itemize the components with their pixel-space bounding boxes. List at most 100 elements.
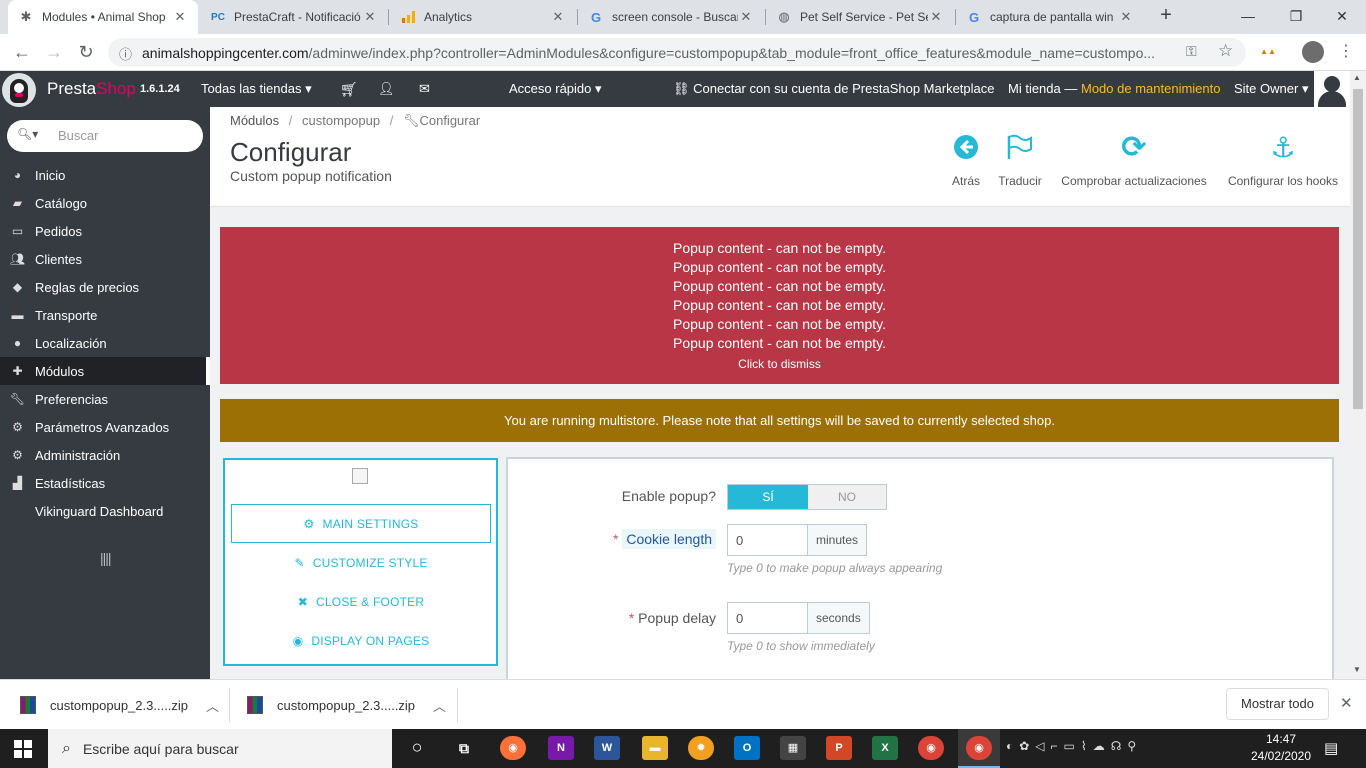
sidebar-item-parametros-avanzados[interactable]: ⚙ Parámetros Avanzados — [0, 413, 210, 441]
tab-customize-style[interactable]: ✎ CUSTOMIZE STYLE — [231, 543, 491, 582]
scrollbar-thumb[interactable] — [1353, 89, 1363, 409]
search-icon[interactable]: 🔍︎▾ — [17, 127, 38, 141]
user-icon[interactable]: 👤︎ — [378, 71, 395, 107]
download-item[interactable]: custompopup_2.3.....zip ︿ — [247, 680, 446, 730]
close-tab-icon[interactable]: ✕ — [172, 9, 188, 25]
reload-icon[interactable]: ↻ — [74, 40, 98, 64]
task-view-icon[interactable]: ⧉ — [451, 736, 477, 760]
close-tab-icon[interactable]: ✕ — [362, 9, 378, 25]
chrome-icon[interactable]: ◉ — [918, 736, 944, 760]
windows-start-icon[interactable] — [14, 740, 32, 761]
scroll-up-icon[interactable]: ▲ — [1353, 73, 1361, 82]
file-explorer-icon[interactable]: ▬ — [642, 736, 668, 760]
store-icon[interactable]: ▦ — [780, 736, 806, 760]
user-dropdown[interactable]: Site Owner ▾ — [1234, 71, 1308, 107]
marketplace-link[interactable]: ⛓ Conectar con su cuenta de PrestaShop M… — [673, 71, 994, 107]
system-tray-icons[interactable]: ◐✿◁⌐▭⌇☁☊⚲ — [1006, 739, 1142, 753]
switch-no-option[interactable]: NO — [808, 485, 886, 509]
user-avatar[interactable] — [1314, 71, 1350, 107]
close-tab-icon[interactable]: ✕ — [1118, 9, 1134, 25]
sidebar-search[interactable]: 🔍︎▾ Buscar — [7, 120, 203, 152]
breadcrumb-item[interactable]: Módulos — [230, 113, 279, 128]
browser-tab-modules[interactable]: ✱ Modules • Animal Shop ✕ — [8, 0, 198, 34]
url-text[interactable]: animalshoppingcenter.com/adminwe/index.p… — [142, 45, 1172, 61]
check-updates-button[interactable]: ⟳ Comprobar actualizaciones — [1056, 129, 1212, 189]
shops-dropdown[interactable]: Todas las tiendas ▾ — [201, 71, 312, 107]
enable-popup-switch[interactable]: SÍ NO — [727, 484, 887, 510]
sidebar-item-pedidos[interactable]: ▭ Pedidos — [0, 217, 210, 245]
address-bar[interactable]: ⓘ animalshoppingcenter.com/adminwe/index… — [108, 38, 1246, 67]
error-alert[interactable]: Popup content - can not be empty. Popup … — [220, 227, 1339, 384]
notifications-icon[interactable]: ▤ — [1324, 739, 1338, 757]
extension-icon[interactable]: ▲▲ — [1258, 44, 1278, 60]
cortana-icon[interactable]: ○ — [404, 736, 430, 760]
key-icon[interactable]: ⚿ — [1186, 43, 1197, 60]
close-window-button[interactable]: ✕ — [1322, 4, 1362, 28]
dismiss-link[interactable]: Click to dismiss — [220, 357, 1339, 371]
download-item[interactable]: custompopup_2.3.....zip ︿ — [20, 680, 219, 730]
sidebar-item-clientes[interactable]: 👥︎ Clientes — [0, 245, 210, 273]
close-tab-icon[interactable]: ✕ — [550, 9, 566, 25]
powerpoint-icon[interactable]: P — [826, 736, 852, 760]
firefox-icon[interactable]: ◉ — [500, 736, 526, 760]
outlook-icon[interactable]: O — [734, 736, 760, 760]
info-icon[interactable]: ⓘ — [119, 44, 132, 63]
sidebar-item-localizacion[interactable]: ● Localización — [0, 329, 210, 357]
minimize-window-button[interactable]: — — [1228, 4, 1268, 28]
taskbar-search[interactable]: ⌕ Escribe aquí para buscar — [48, 729, 392, 768]
sidebar-item-catalogo[interactable]: ▰ Catálogo — [0, 189, 210, 217]
brand-name[interactable]: PrestaShop — [47, 71, 136, 107]
chrome-active-taskbar-item[interactable]: ◉ — [958, 729, 1000, 768]
breadcrumb-item[interactable]: custompopup — [302, 113, 380, 128]
close-tab-icon[interactable]: ✕ — [928, 9, 944, 25]
forward-arrow-icon[interactable]: → — [42, 40, 66, 64]
prestashop-logo-icon[interactable] — [2, 73, 36, 107]
popup-delay-input[interactable] — [728, 603, 808, 633]
scroll-down-icon[interactable]: ▼ — [1353, 665, 1361, 674]
sidebar-item-preferencias[interactable]: 🔧︎ Preferencias — [0, 385, 210, 413]
tab-main-settings[interactable]: ⚙ MAIN SETTINGS — [231, 504, 491, 543]
word-icon[interactable]: W — [594, 736, 620, 760]
translate-button[interactable]: Traducir — [994, 129, 1046, 188]
cart-icon[interactable]: 🛒︎ — [340, 71, 358, 107]
browser-menu-icon[interactable]: ⋮ — [1338, 41, 1354, 61]
clock[interactable]: 14:47 24/02/2020 — [1246, 731, 1316, 765]
tab-close-footer[interactable]: ✖ CLOSE & FOOTER — [231, 582, 491, 621]
browser-tab-analytics[interactable]: Analytics ✕ — [390, 0, 576, 34]
switch-yes-option[interactable]: SÍ — [728, 485, 808, 509]
browser-tab-prestacraft[interactable]: PC PrestaCraft - Notificació ✕ — [200, 0, 388, 34]
maximize-window-button[interactable]: ❐ — [1276, 4, 1316, 28]
configure-hooks-button[interactable]: ⚓︎ Configurar los hooks — [1224, 129, 1342, 189]
collapse-sidebar-icon[interactable]: |||| — [100, 550, 112, 566]
sidebar-item-modulos[interactable]: ✚ Módulos — [0, 357, 210, 385]
sidebar-item-administracion[interactable]: ⚙ Administración — [0, 441, 210, 469]
new-tab-button[interactable]: + — [1155, 5, 1177, 27]
back-button[interactable]: Atrás — [946, 129, 986, 188]
my-shop-link[interactable]: Mi tienda — Modo de mantenimiento — [1008, 71, 1220, 107]
show-all-downloads-button[interactable]: Mostrar todo — [1226, 688, 1329, 720]
profile-avatar[interactable] — [1302, 41, 1324, 63]
quick-access-dropdown[interactable]: Acceso rápido ▾ — [509, 71, 602, 107]
onenote-icon[interactable]: N — [548, 736, 574, 760]
sidebar-item-vikinguard[interactable]: Vikinguard Dashboard — [0, 497, 210, 525]
page-scrollbar[interactable]: ▲ ▼ — [1350, 71, 1366, 679]
sidebar-item-estadisticas[interactable]: ▟ Estadísticas — [0, 469, 210, 497]
tab-display-on-pages[interactable]: ◉ DISPLAY ON PAGES — [231, 621, 491, 660]
sidebar-item-transporte[interactable]: ▬ Transporte — [0, 301, 210, 329]
browser-tab-captura[interactable]: G captura de pantalla win ✕ — [956, 0, 1144, 34]
excel-icon[interactable]: X — [872, 736, 898, 760]
star-icon[interactable]: ☆ — [1218, 41, 1233, 61]
close-tab-icon[interactable]: ✕ — [738, 9, 754, 25]
chevron-up-icon[interactable]: ︿ — [206, 696, 219, 715]
browser-tab-pet-self-service[interactable]: ◍ Pet Self Service - Pet Se ✕ — [766, 0, 954, 34]
sidebar-item-inicio[interactable]: ◕ Inicio — [0, 161, 210, 189]
browser-tab-screen-console[interactable]: G screen console - Buscar ✕ — [578, 0, 764, 34]
envelope-icon[interactable]: ✉ — [419, 71, 430, 107]
close-downloads-icon[interactable]: ✕ — [1340, 694, 1353, 712]
sidebar-item-reglas-precios[interactable]: ◆ Reglas de precios — [0, 273, 210, 301]
back-arrow-icon[interactable]: ← — [10, 40, 34, 64]
cookie-length-input[interactable] — [728, 525, 808, 555]
search-input[interactable]: Buscar — [58, 128, 98, 143]
app-icon[interactable]: ✹ — [688, 736, 714, 760]
chevron-up-icon[interactable]: ︿ — [433, 696, 446, 715]
